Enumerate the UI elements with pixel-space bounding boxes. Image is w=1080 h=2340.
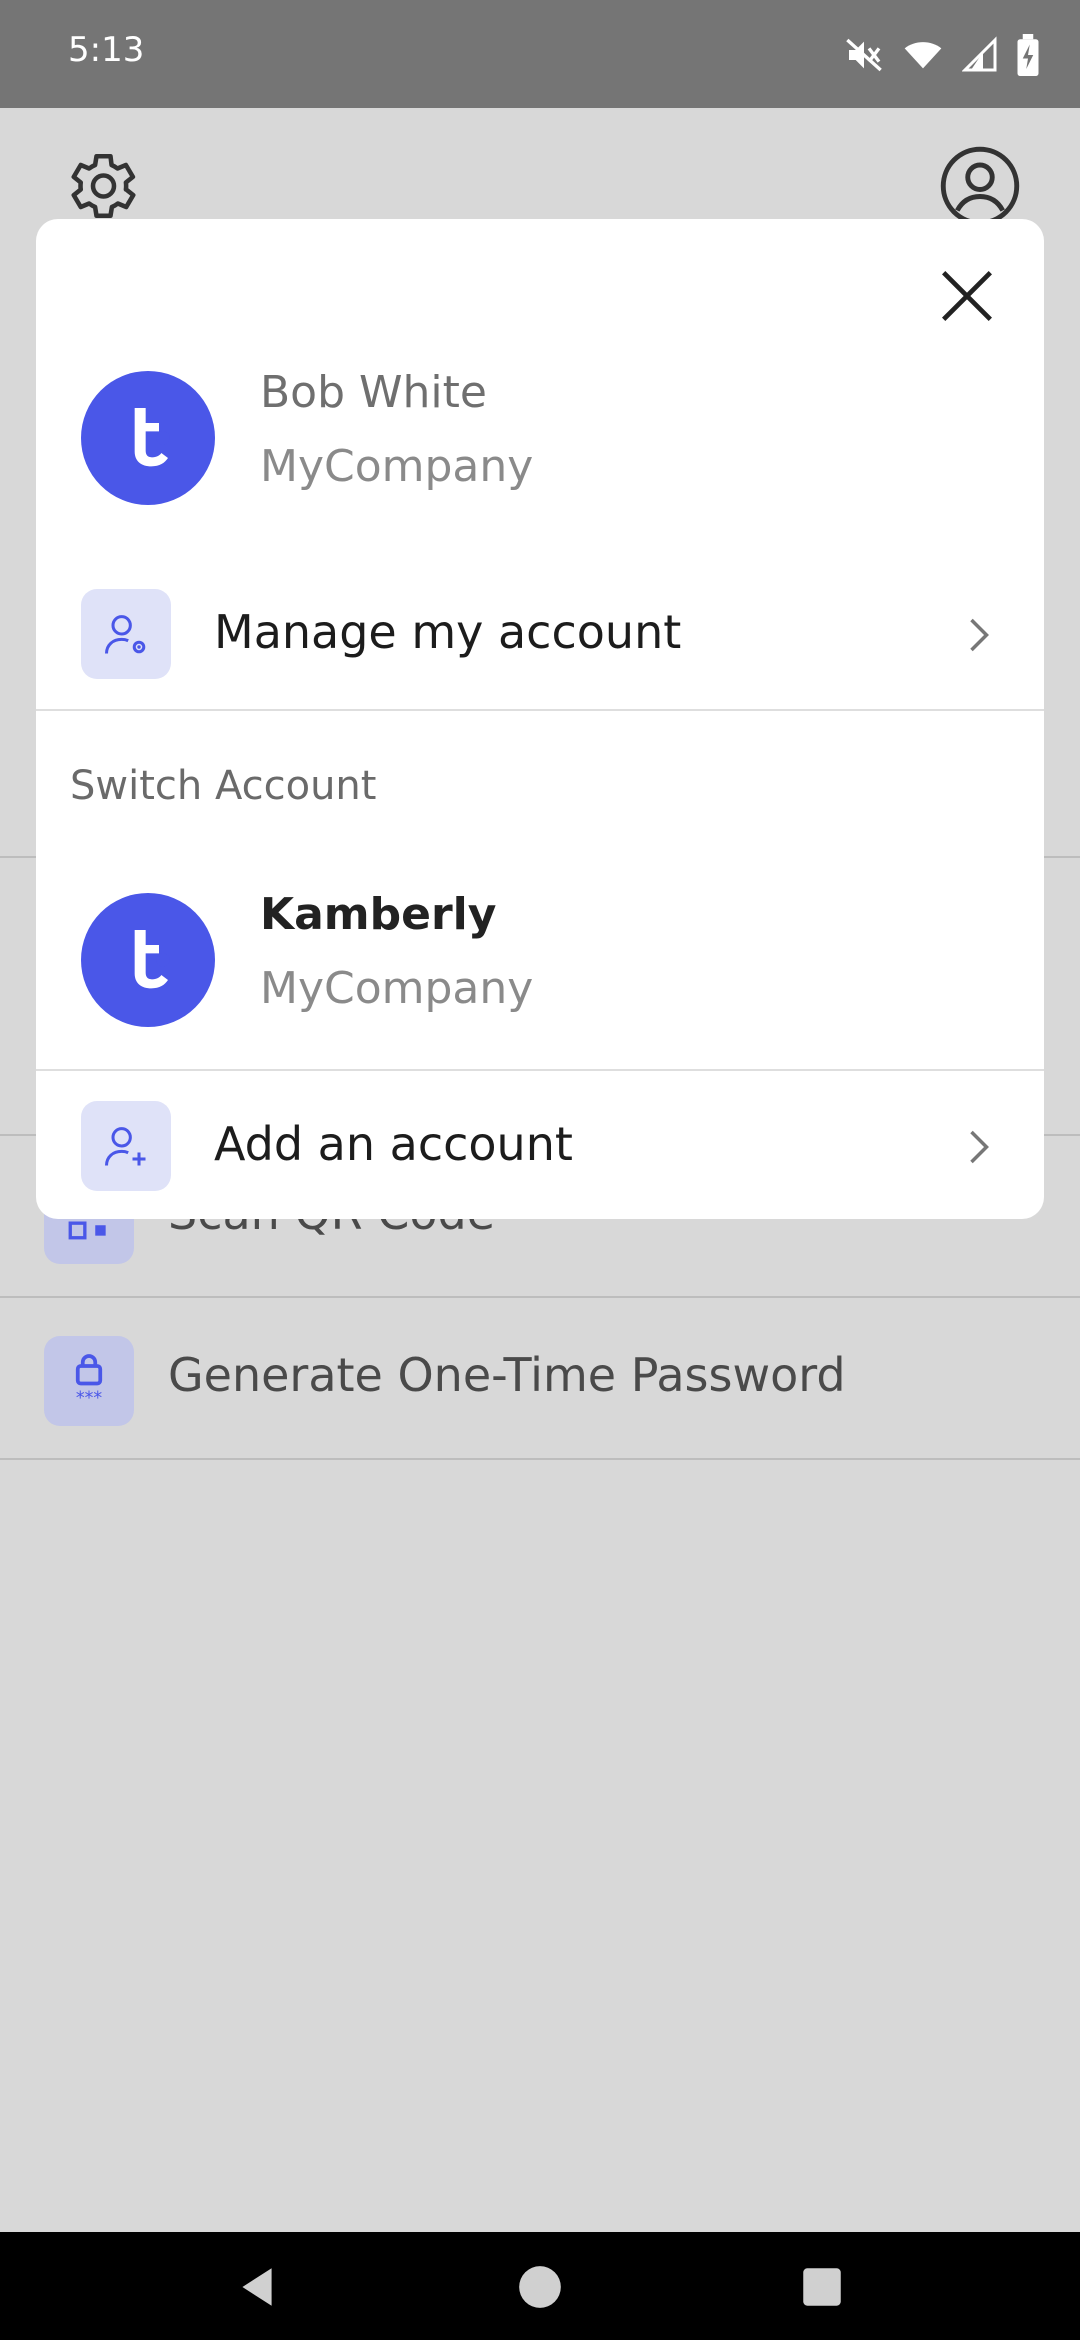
generate-otp-label: Generate One-Time Password <box>168 1348 846 1402</box>
other-account-avatar <box>81 893 215 1027</box>
wifi-icon <box>904 42 942 69</box>
other-account-name: Kamberly <box>260 889 497 940</box>
lock-password-icon: *** <box>44 1336 134 1426</box>
divider <box>36 709 1044 711</box>
status-icons <box>844 30 1040 80</box>
user-settings-icon <box>81 589 171 679</box>
add-account-label: Add an account <box>214 1117 573 1171</box>
add-account-button[interactable]: Add an account <box>36 1071 1044 1219</box>
svg-text:***: *** <box>76 1389 103 1409</box>
current-account-avatar <box>81 371 215 505</box>
current-account-company: MyCompany <box>260 441 534 492</box>
battery-icon <box>1017 34 1039 76</box>
current-account-name: Bob White <box>260 367 487 418</box>
generate-otp-row[interactable]: *** Generate One-Time Password <box>0 1298 1080 1456</box>
mute-icon <box>846 38 882 72</box>
user-add-icon <box>81 1101 171 1191</box>
status-bar: 5:13 <box>0 0 1080 108</box>
chevron-right-icon <box>970 618 989 652</box>
recents-icon[interactable] <box>797 2262 847 2312</box>
gear-icon[interactable] <box>58 144 142 228</box>
status-time: 5:13 <box>68 30 145 70</box>
divider <box>0 1458 1080 1460</box>
manage-account-button[interactable]: Manage my account <box>36 559 1044 709</box>
signal-icon <box>962 36 997 72</box>
profile-icon[interactable] <box>938 144 1022 228</box>
back-icon[interactable] <box>232 2262 282 2312</box>
home-icon[interactable] <box>515 2262 565 2312</box>
switch-account-title: Switch Account <box>70 763 377 809</box>
manage-account-label: Manage my account <box>214 605 682 659</box>
close-icon[interactable] <box>932 261 1002 331</box>
other-account-company: MyCompany <box>260 963 534 1014</box>
chevron-right-icon <box>970 1130 989 1164</box>
system-nav-bar <box>0 2232 1080 2340</box>
account-switcher-modal: Bob White MyCompany Manage my account Sw… <box>36 219 1044 1219</box>
